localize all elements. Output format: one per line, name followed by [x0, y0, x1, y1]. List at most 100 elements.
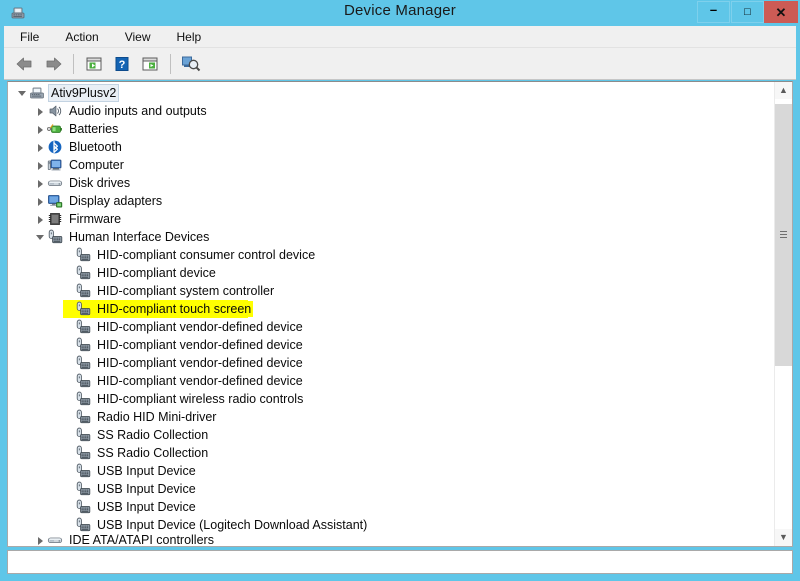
- scroll-down-button[interactable]: ▼: [775, 529, 792, 546]
- toolbar-separator: [73, 53, 74, 74]
- device-manager-window: Device Manager – □ ✕ File Action View He…: [0, 0, 800, 581]
- tree-row[interactable]: Radio HID Mini-driver: [8, 408, 773, 426]
- expander-collapsed-icon[interactable]: [34, 213, 47, 226]
- expander-collapsed-icon[interactable]: [34, 141, 47, 154]
- firmware-icon: [47, 211, 63, 227]
- disk-drive-icon: [47, 175, 63, 191]
- expander-collapsed-icon[interactable]: [34, 123, 47, 136]
- tree-row-label: HID-compliant consumer control device: [97, 248, 316, 262]
- hid-icon: [75, 301, 91, 317]
- tree-row-label: IDE ATA/ATAPI controllers: [69, 533, 214, 547]
- device-tree-pane: Ativ9Plusv2 Audio inputs and outputs Batte…: [7, 81, 793, 547]
- tree-row[interactable]: Firmware: [8, 210, 773, 228]
- disk-drive-icon: [47, 532, 63, 546]
- tree-row[interactable]: HID-compliant wireless radio controls: [8, 390, 773, 408]
- chevron-down-icon: ▼: [779, 532, 788, 542]
- close-button[interactable]: ✕: [764, 1, 798, 23]
- hid-icon: [75, 391, 91, 407]
- help-icon[interactable]: ?: [109, 52, 135, 76]
- tree-row[interactable]: HID-compliant touch screen: [8, 300, 773, 318]
- expander-none: [62, 303, 75, 316]
- tree-row-label: HID-compliant system controller: [97, 284, 275, 298]
- expander-collapsed-icon[interactable]: [34, 105, 47, 118]
- scroll-up-button[interactable]: ▲: [775, 82, 792, 99]
- tree-row-label: HID-compliant device: [97, 266, 216, 280]
- tree-row[interactable]: HID-compliant vendor-defined device: [8, 336, 773, 354]
- tree-row[interactable]: SS Radio Collection: [8, 426, 773, 444]
- scan-hardware-icon[interactable]: [178, 52, 204, 76]
- expander-none: [62, 429, 75, 442]
- menu-item-action[interactable]: Action: [63, 28, 100, 46]
- expander-none: [62, 249, 75, 262]
- tree-row[interactable]: Ativ9Plusv2: [8, 84, 773, 102]
- tree-row[interactable]: Computer: [8, 156, 773, 174]
- computer-icon: [47, 157, 63, 173]
- display-adapter-icon: [47, 193, 63, 209]
- toolbar-separator-2: [170, 53, 171, 74]
- maximize-glyph: □: [744, 5, 751, 18]
- menu-item-file[interactable]: File: [18, 28, 41, 46]
- tree-row[interactable]: HID-compliant system controller: [8, 282, 773, 300]
- title-bar: Device Manager – □ ✕: [0, 0, 800, 26]
- forward-arrow-icon[interactable]: [40, 52, 66, 76]
- hid-icon: [75, 463, 91, 479]
- tree-row[interactable]: Bluetooth: [8, 138, 773, 156]
- toolbar: ?: [4, 48, 796, 80]
- menu-item-help[interactable]: Help: [175, 28, 204, 46]
- tree-row-label: Disk drives: [69, 176, 131, 190]
- tree-row[interactable]: HID-compliant consumer control device: [8, 246, 773, 264]
- expander-collapsed-icon[interactable]: [34, 534, 47, 547]
- expander-none: [62, 285, 75, 298]
- expander-none: [62, 321, 75, 334]
- tree-row-label: USB Input Device: [97, 500, 196, 514]
- maximize-button[interactable]: □: [731, 1, 764, 23]
- tree-row[interactable]: Display adapters: [8, 192, 773, 210]
- properties-icon[interactable]: [81, 52, 107, 76]
- tree-row[interactable]: IDE ATA/ATAPI controllers: [8, 532, 773, 547]
- tree-row-label: Audio inputs and outputs: [69, 104, 207, 118]
- expander-none: [62, 357, 75, 370]
- expander-collapsed-icon[interactable]: [34, 159, 47, 172]
- tree-row-label: USB Input Device: [97, 464, 196, 478]
- tree-row-label: HID-compliant vendor-defined device: [97, 356, 303, 370]
- tree-row[interactable]: SS Radio Collection: [8, 444, 773, 462]
- expander-none: [62, 447, 75, 460]
- tree-row-label: Bluetooth: [69, 140, 122, 154]
- vertical-scrollbar[interactable]: ▲ ▼: [774, 82, 792, 546]
- tree-row[interactable]: Batteries: [8, 120, 773, 138]
- device-tree: Ativ9Plusv2 Audio inputs and outputs Batte…: [8, 84, 773, 546]
- expander-expanded-icon[interactable]: [16, 87, 29, 100]
- tree-row-label: Radio HID Mini-driver: [97, 410, 217, 424]
- tree-row[interactable]: HID-compliant vendor-defined device: [8, 318, 773, 336]
- hid-icon: [75, 445, 91, 461]
- update-driver-icon[interactable]: [137, 52, 163, 76]
- scroll-thumb[interactable]: [775, 104, 792, 366]
- expander-collapsed-icon[interactable]: [34, 195, 47, 208]
- expander-expanded-icon[interactable]: [34, 231, 47, 244]
- expander-none: [62, 267, 75, 280]
- tree-row-label: USB Input Device (Logitech Download Assi…: [97, 518, 368, 532]
- tree-row[interactable]: Audio inputs and outputs: [8, 102, 773, 120]
- tree-row[interactable]: USB Input Device: [8, 462, 773, 480]
- hid-icon: [75, 283, 91, 299]
- tree-row[interactable]: Disk drives: [8, 174, 773, 192]
- tree-row[interactable]: Human Interface Devices: [8, 228, 773, 246]
- expander-none: [62, 393, 75, 406]
- minimize-glyph: –: [709, 2, 718, 17]
- expander-none: [62, 465, 75, 478]
- expander-none: [62, 519, 75, 532]
- menu-item-view[interactable]: View: [123, 28, 153, 46]
- tree-row-label: HID-compliant vendor-defined device: [97, 320, 303, 334]
- close-glyph: ✕: [775, 4, 787, 20]
- tree-row[interactable]: USB Input Device: [8, 498, 773, 516]
- hid-icon: [75, 373, 91, 389]
- minimize-button[interactable]: –: [697, 1, 730, 23]
- tree-row[interactable]: HID-compliant vendor-defined device: [8, 354, 773, 372]
- expander-collapsed-icon[interactable]: [34, 177, 47, 190]
- tree-row-label: USB Input Device: [97, 482, 196, 496]
- back-arrow-icon[interactable]: [12, 52, 38, 76]
- hid-icon: [75, 517, 91, 533]
- tree-row[interactable]: HID-compliant vendor-defined device: [8, 372, 773, 390]
- tree-row[interactable]: HID-compliant device: [8, 264, 773, 282]
- tree-row[interactable]: USB Input Device: [8, 480, 773, 498]
